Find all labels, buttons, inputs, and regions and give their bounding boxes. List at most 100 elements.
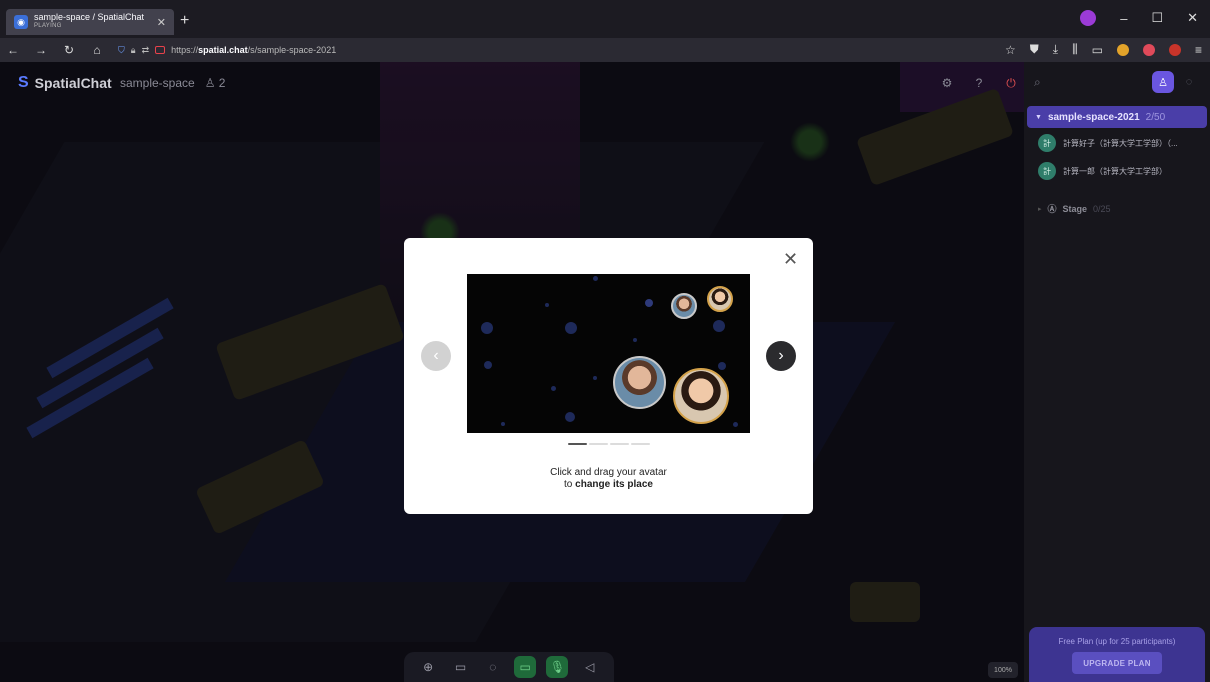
url-text: https://spatial.chat/s/sample-space-2021 <box>171 45 337 55</box>
browser-tab-bar: ◉ sample-space / SpatialChat PLAYING ✕ +… <box>0 0 1210 38</box>
spatialchat-favicon-icon: ◉ <box>14 15 28 29</box>
decor-dot <box>565 412 575 422</box>
avatar <box>613 356 666 409</box>
avatar: 計 <box>1038 162 1056 180</box>
stage-room[interactable]: ▸ Ⓐ Stage 0/25 <box>1024 202 1210 215</box>
tab-playing-status: PLAYING <box>34 23 62 29</box>
avatar <box>707 286 733 312</box>
decor-dot <box>733 422 738 427</box>
lock-icon[interactable]: 🔒︎ <box>131 45 136 56</box>
brand-name: SpatialChat <box>34 75 112 91</box>
tutorial-caption: Click and drag your avatar to change its… <box>404 467 813 491</box>
reload-icon[interactable]: ↻ <box>62 43 76 57</box>
spatialchat-logo: S SpatialChat <box>18 74 112 92</box>
maximize-window-icon[interactable]: ☐ <box>1151 10 1163 26</box>
participants-sidebar: ⌕ ♙ ◌ ▼ sample-space-2021 2/50 計 計算好子（計算… <box>1024 62 1210 682</box>
decor-dot <box>713 320 725 332</box>
downloads-icon[interactable]: ⤓ <box>1053 42 1058 57</box>
screen-share-icon[interactable]: ▭ <box>449 656 471 678</box>
extension-icon[interactable] <box>1116 43 1129 56</box>
decor-dot <box>501 422 505 426</box>
decor-dot <box>545 303 549 307</box>
close-window-icon[interactable]: ✕ <box>1187 10 1198 26</box>
chevron-right-icon[interactable]: › <box>766 341 796 371</box>
tab-title: sample-space / SpatialChat <box>34 12 145 22</box>
decor-dot <box>565 322 577 334</box>
camera-sharing-icon[interactable] <box>155 46 166 54</box>
tutorial-modal: ✕ ‹ › Click and drag your avatar to chan… <box>404 238 813 514</box>
new-tab-icon[interactable]: + <box>180 12 189 30</box>
search-icon[interactable]: ⌕ <box>1034 75 1152 90</box>
pager-dot[interactable] <box>568 443 587 445</box>
decor-dot <box>484 361 492 369</box>
add-icon[interactable]: ⊕ <box>417 656 439 678</box>
stage-count: 0/25 <box>1093 203 1111 214</box>
chevron-left-icon[interactable]: ‹ <box>421 341 451 371</box>
control-bar: ⊕ ▭ ◌ ▭ 🎙︎ ◁ <box>404 652 614 682</box>
decor-dot <box>593 276 598 281</box>
tutorial-illustration <box>467 274 750 433</box>
caption-line-2: to change its place <box>564 479 653 490</box>
help-icon[interactable]: ? <box>968 72 990 94</box>
browser-tab[interactable]: ◉ sample-space / SpatialChat PLAYING ✕ <box>6 9 174 35</box>
avatar <box>673 368 729 424</box>
plan-text: Free Plan (up for 25 participants) <box>1058 637 1176 646</box>
extension-shield-icon[interactable] <box>1142 43 1155 56</box>
tracking-shield-icon[interactable]: ⛉ <box>118 45 125 56</box>
settings-icon[interactable]: ⚙ <box>936 72 958 94</box>
pager-dot[interactable] <box>589 443 608 445</box>
stage-name: Stage <box>1062 203 1088 214</box>
close-tab-icon[interactable]: ✕ <box>157 16 166 29</box>
pocket-icon[interactable]: ⛊ <box>1030 42 1039 57</box>
avatar <box>671 293 697 319</box>
room-header[interactable]: ▼ sample-space-2021 2/50 <box>1027 106 1207 128</box>
participant-row[interactable]: 計 計算好子（計算大学工学部）（... <box>1024 130 1210 156</box>
spatialchat-app: S SpatialChat sample-space ♙ 2 ⚙ ? ⏻ ⊕ ▭… <box>0 62 1210 682</box>
power-icon[interactable]: ⏻ <box>1000 72 1022 94</box>
rooms-tab-icon[interactable]: ◌ <box>1178 71 1200 93</box>
private-browsing-icon <box>1080 10 1097 26</box>
ublock-icon[interactable] <box>1168 43 1181 56</box>
room-count: 2/50 <box>1145 111 1166 123</box>
spatialchat-logo-icon: S <box>18 74 29 91</box>
participant-name: 計算好子（計算大学工学部）（... <box>1063 138 1178 148</box>
decor-dot <box>718 362 726 370</box>
reader-view-icon[interactable]: ▭ <box>1092 43 1103 57</box>
space-title: sample-space ♙ 2 <box>120 76 225 90</box>
url-bar[interactable]: ⛉ 🔒︎ ⇄ https://spatial.chat/s/sample-spa… <box>118 45 336 56</box>
permissions-icon[interactable]: ⇄ <box>142 45 150 56</box>
avatar: 計 <box>1038 134 1056 152</box>
space-name: sample-space <box>120 76 195 90</box>
home-icon[interactable]: ⌂ <box>90 43 104 57</box>
plan-banner: Free Plan (up for 25 participants) UPGRA… <box>1029 627 1205 682</box>
stage-icon: Ⓐ <box>1047 204 1057 214</box>
decor-dot <box>481 322 493 334</box>
library-icon[interactable]: ⫼ <box>1072 42 1078 57</box>
people-tab-icon[interactable]: ♙ <box>1152 71 1174 93</box>
participant-name: 計算一郎（計算大学工学部） <box>1063 166 1167 176</box>
bookmark-star-icon[interactable]: ☆ <box>1005 43 1016 57</box>
caption-line-1: Click and drag your avatar <box>550 467 667 478</box>
decor-dot <box>551 386 556 391</box>
decor-dot <box>645 299 653 307</box>
close-icon[interactable]: ✕ <box>783 250 798 268</box>
pager-dot[interactable] <box>631 443 650 445</box>
menu-icon[interactable]: ≡ <box>1195 43 1202 57</box>
room-name: sample-space-2021 <box>1047 111 1140 123</box>
browser-nav-bar: ← → ↻ ⌂ ⛉ 🔒︎ ⇄ https://spatial.chat/s/sa… <box>0 38 1210 62</box>
microphone-icon[interactable]: 🎙︎ <box>546 656 569 678</box>
space-canvas[interactable]: S SpatialChat sample-space ♙ 2 ⚙ ? ⏻ ⊕ ▭… <box>0 62 1024 682</box>
upgrade-plan-button[interactable]: UPGRADE PLAN <box>1072 652 1162 674</box>
megaphone-icon[interactable]: ◁ <box>579 656 601 678</box>
caret-right-icon: ▸ <box>1038 205 1042 213</box>
decor-dot <box>593 376 597 380</box>
participant-row[interactable]: 計 計算一郎（計算大学工学部） <box>1024 158 1210 184</box>
chat-icon[interactable]: ◌ <box>482 656 504 678</box>
camera-icon[interactable]: ▭ <box>514 656 537 678</box>
carousel-pager <box>568 443 650 445</box>
pager-dot[interactable] <box>610 443 629 445</box>
minimize-window-icon[interactable]: – <box>1120 11 1127 26</box>
forward-icon[interactable]: → <box>34 43 48 57</box>
back-icon[interactable]: ← <box>6 43 20 57</box>
zoom-level[interactable]: 100% <box>988 662 1018 678</box>
